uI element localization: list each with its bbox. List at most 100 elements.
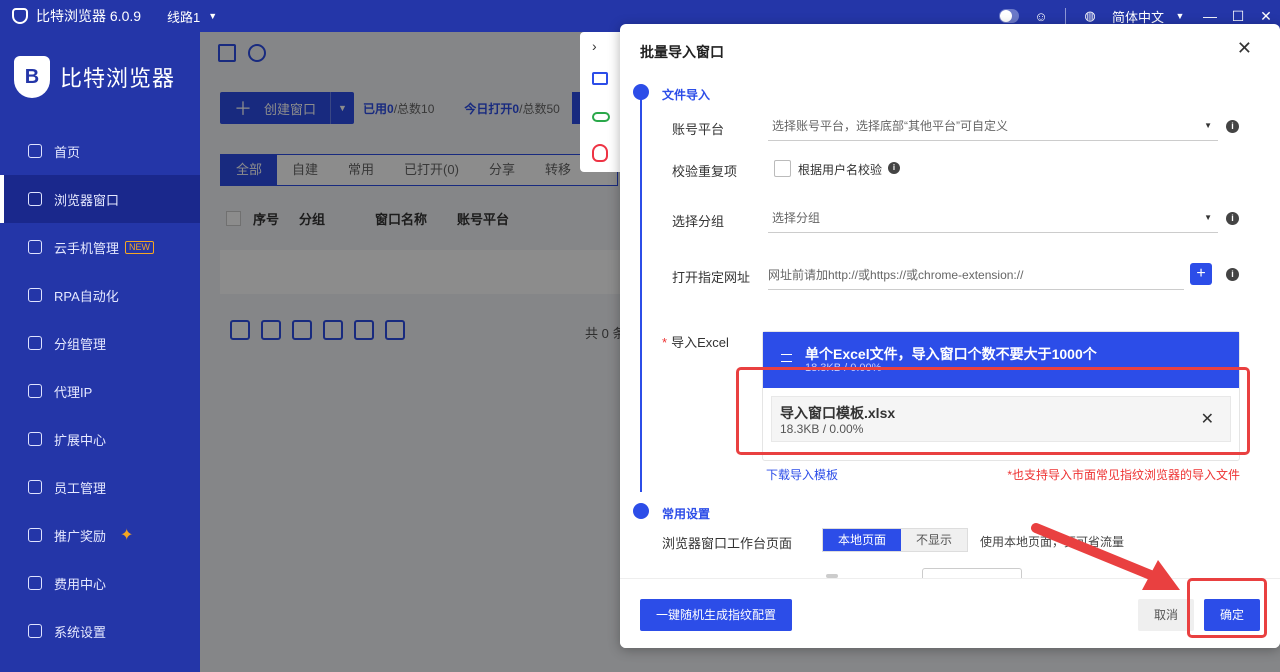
sidebar-item-proxy[interactable]: 代理IP	[0, 367, 200, 415]
fingerprint-icon[interactable]	[592, 144, 608, 162]
grid-icon	[28, 192, 42, 206]
maximize-button[interactable]: ☐	[1227, 8, 1249, 25]
section-file-import: 文件导入	[662, 88, 711, 102]
sidebar-item-cloud-phone[interactable]: 云手机管理 NEW	[0, 223, 200, 271]
cancel-button[interactable]: 取消	[1138, 599, 1194, 631]
language-selector[interactable]: 简体中文	[1112, 7, 1164, 26]
sidebar-item-browser-windows[interactable]: 浏览器窗口	[0, 175, 200, 223]
info-icon[interactable]: i	[1226, 120, 1239, 133]
sidebar-item-label: 员工管理	[54, 480, 107, 496]
support-icon[interactable]: ☺	[1031, 6, 1051, 26]
close-window-button[interactable]: ✕	[1255, 8, 1277, 25]
sidebar-item-label: 代理IP	[54, 384, 93, 400]
theme-toggle[interactable]	[998, 6, 1019, 26]
rpa-icon	[28, 288, 42, 302]
upload-icon	[781, 354, 792, 362]
partial-input	[922, 568, 1022, 578]
group-select[interactable]: 选择分组 ▼	[768, 203, 1218, 233]
sidebar-item-rewards[interactable]: 推广奖励 ✦	[0, 511, 200, 559]
globe-icon: ◍	[1084, 8, 1096, 23]
chevron-down-icon: ▼	[1204, 121, 1212, 130]
sidebar-item-extensions[interactable]: 扩展中心	[0, 415, 200, 463]
workbench-option-local[interactable]: 本地页面	[823, 529, 902, 551]
user-icon	[28, 480, 42, 494]
sidebar-item-groups[interactable]: 分组管理	[0, 319, 200, 367]
workbench-option-hide[interactable]: 不显示	[901, 529, 968, 551]
sidebar-item-label: 扩展中心	[54, 432, 107, 448]
gear-icon	[28, 624, 42, 638]
sidebar: B 比特浏览器 首页 浏览器窗口 云手机管理 NEW RPA自动化 分组管理 代理…	[0, 32, 200, 672]
chevron-down-icon: ▼	[1204, 213, 1212, 222]
info-icon[interactable]: i	[888, 162, 900, 174]
upload-title: 单个Excel文件，导入窗口个数不要大于1000个	[805, 346, 1097, 362]
group-placeholder: 选择分组	[772, 211, 821, 225]
dialog-title: 批量导入窗口	[640, 44, 724, 60]
section-common-settings: 常用设置	[662, 507, 711, 521]
chevron-down-icon[interactable]: ▼	[1170, 6, 1190, 26]
floating-tool-strip: ›	[580, 32, 620, 172]
highlight-box-file	[736, 367, 1250, 455]
chevron-right-icon[interactable]: ›	[592, 38, 597, 54]
account-platform-placeholder: 选择账号平台，选择底部“其他平台”可自定义	[772, 119, 1008, 133]
minimize-button[interactable]: —	[1199, 8, 1221, 24]
excel-label-text: 导入Excel	[671, 335, 729, 350]
sidebar-item-staff[interactable]: 员工管理	[0, 463, 200, 511]
download-template-link[interactable]: 下载导入模板	[766, 466, 838, 483]
app-title: 比特浏览器 6.0.9	[36, 8, 142, 24]
sidebar-item-label: 费用中心	[54, 576, 107, 592]
chevron-down-icon[interactable]: ▼	[208, 11, 217, 21]
brand-name: 比特浏览器	[60, 66, 176, 91]
url-label: 打开指定网址	[672, 270, 751, 285]
highlight-box-confirm	[1187, 578, 1267, 638]
info-icon[interactable]: i	[1226, 268, 1239, 281]
phone-icon	[28, 240, 42, 254]
section-dot	[633, 503, 649, 519]
brand-logo-icon: B	[14, 56, 50, 98]
reward-icon	[28, 528, 42, 542]
workbench-segmented: 本地页面 不显示	[822, 528, 969, 552]
generate-fingerprint-button[interactable]: 一键随机生成指纹配置	[640, 599, 792, 631]
add-url-button[interactable]: +	[1190, 263, 1212, 285]
workbench-label: 浏览器窗口工作台页面	[662, 536, 793, 551]
sparkle-icon: ✦	[120, 527, 134, 544]
section-dot	[633, 84, 649, 100]
annotation-arrow-icon	[1031, 523, 1180, 590]
required-mark: *	[662, 335, 668, 350]
close-icon[interactable]: ✕	[1237, 38, 1252, 59]
excel-label: * 导入Excel	[662, 332, 729, 351]
layers-icon	[28, 336, 42, 350]
dedupe-checkbox[interactable]	[774, 160, 791, 177]
sidebar-item-label: RPA自动化	[54, 288, 119, 304]
sidebar-item-label: 推广奖励	[54, 528, 107, 544]
dedupe-option-label: 根据用户名校验	[798, 163, 883, 177]
sidebar-item-label: 分组管理	[54, 336, 107, 352]
dedupe-label: 校验重复项	[672, 164, 738, 179]
sidebar-item-home[interactable]: 首页	[0, 127, 200, 175]
sidebar-item-settings[interactable]: 系统设置	[0, 607, 200, 655]
extension-icon	[28, 432, 42, 446]
url-input[interactable]: 网址前请加http://或https://或chrome-extension:/…	[768, 260, 1184, 290]
shield-yen-icon	[28, 576, 42, 590]
group-label: 选择分组	[672, 214, 725, 229]
toggle-icon[interactable]	[592, 112, 610, 122]
import-note: *也支持导入市面常见指纹浏览器的导入文件	[1007, 468, 1240, 482]
new-badge: NEW	[125, 240, 155, 254]
route-selector[interactable]: 线路1	[167, 7, 200, 26]
sidebar-item-label: 浏览器窗口	[54, 192, 120, 208]
sidebar-item-rpa[interactable]: RPA自动化	[0, 271, 200, 319]
sidebar-item-label: 系统设置	[54, 624, 107, 640]
sidebar-nav: 首页 浏览器窗口 云手机管理 NEW RPA自动化 分组管理 代理IP 扩展中心 …	[0, 127, 200, 655]
account-platform-label: 账号平台	[672, 122, 725, 137]
location-icon	[28, 384, 42, 398]
info-icon[interactable]: i	[1226, 212, 1239, 225]
brand: B 比特浏览器	[14, 56, 175, 98]
divider	[1064, 8, 1066, 24]
sidebar-item-label: 首页	[54, 144, 81, 160]
message-icon[interactable]	[592, 72, 608, 85]
app-logo-icon	[12, 8, 28, 24]
sidebar-item-billing[interactable]: 费用中心	[0, 559, 200, 607]
home-icon	[28, 144, 42, 158]
account-platform-select[interactable]: 选择账号平台，选择底部“其他平台”可自定义 ▼	[768, 111, 1218, 141]
section-timeline	[640, 92, 642, 492]
sidebar-item-label: 云手机管理	[54, 240, 120, 256]
